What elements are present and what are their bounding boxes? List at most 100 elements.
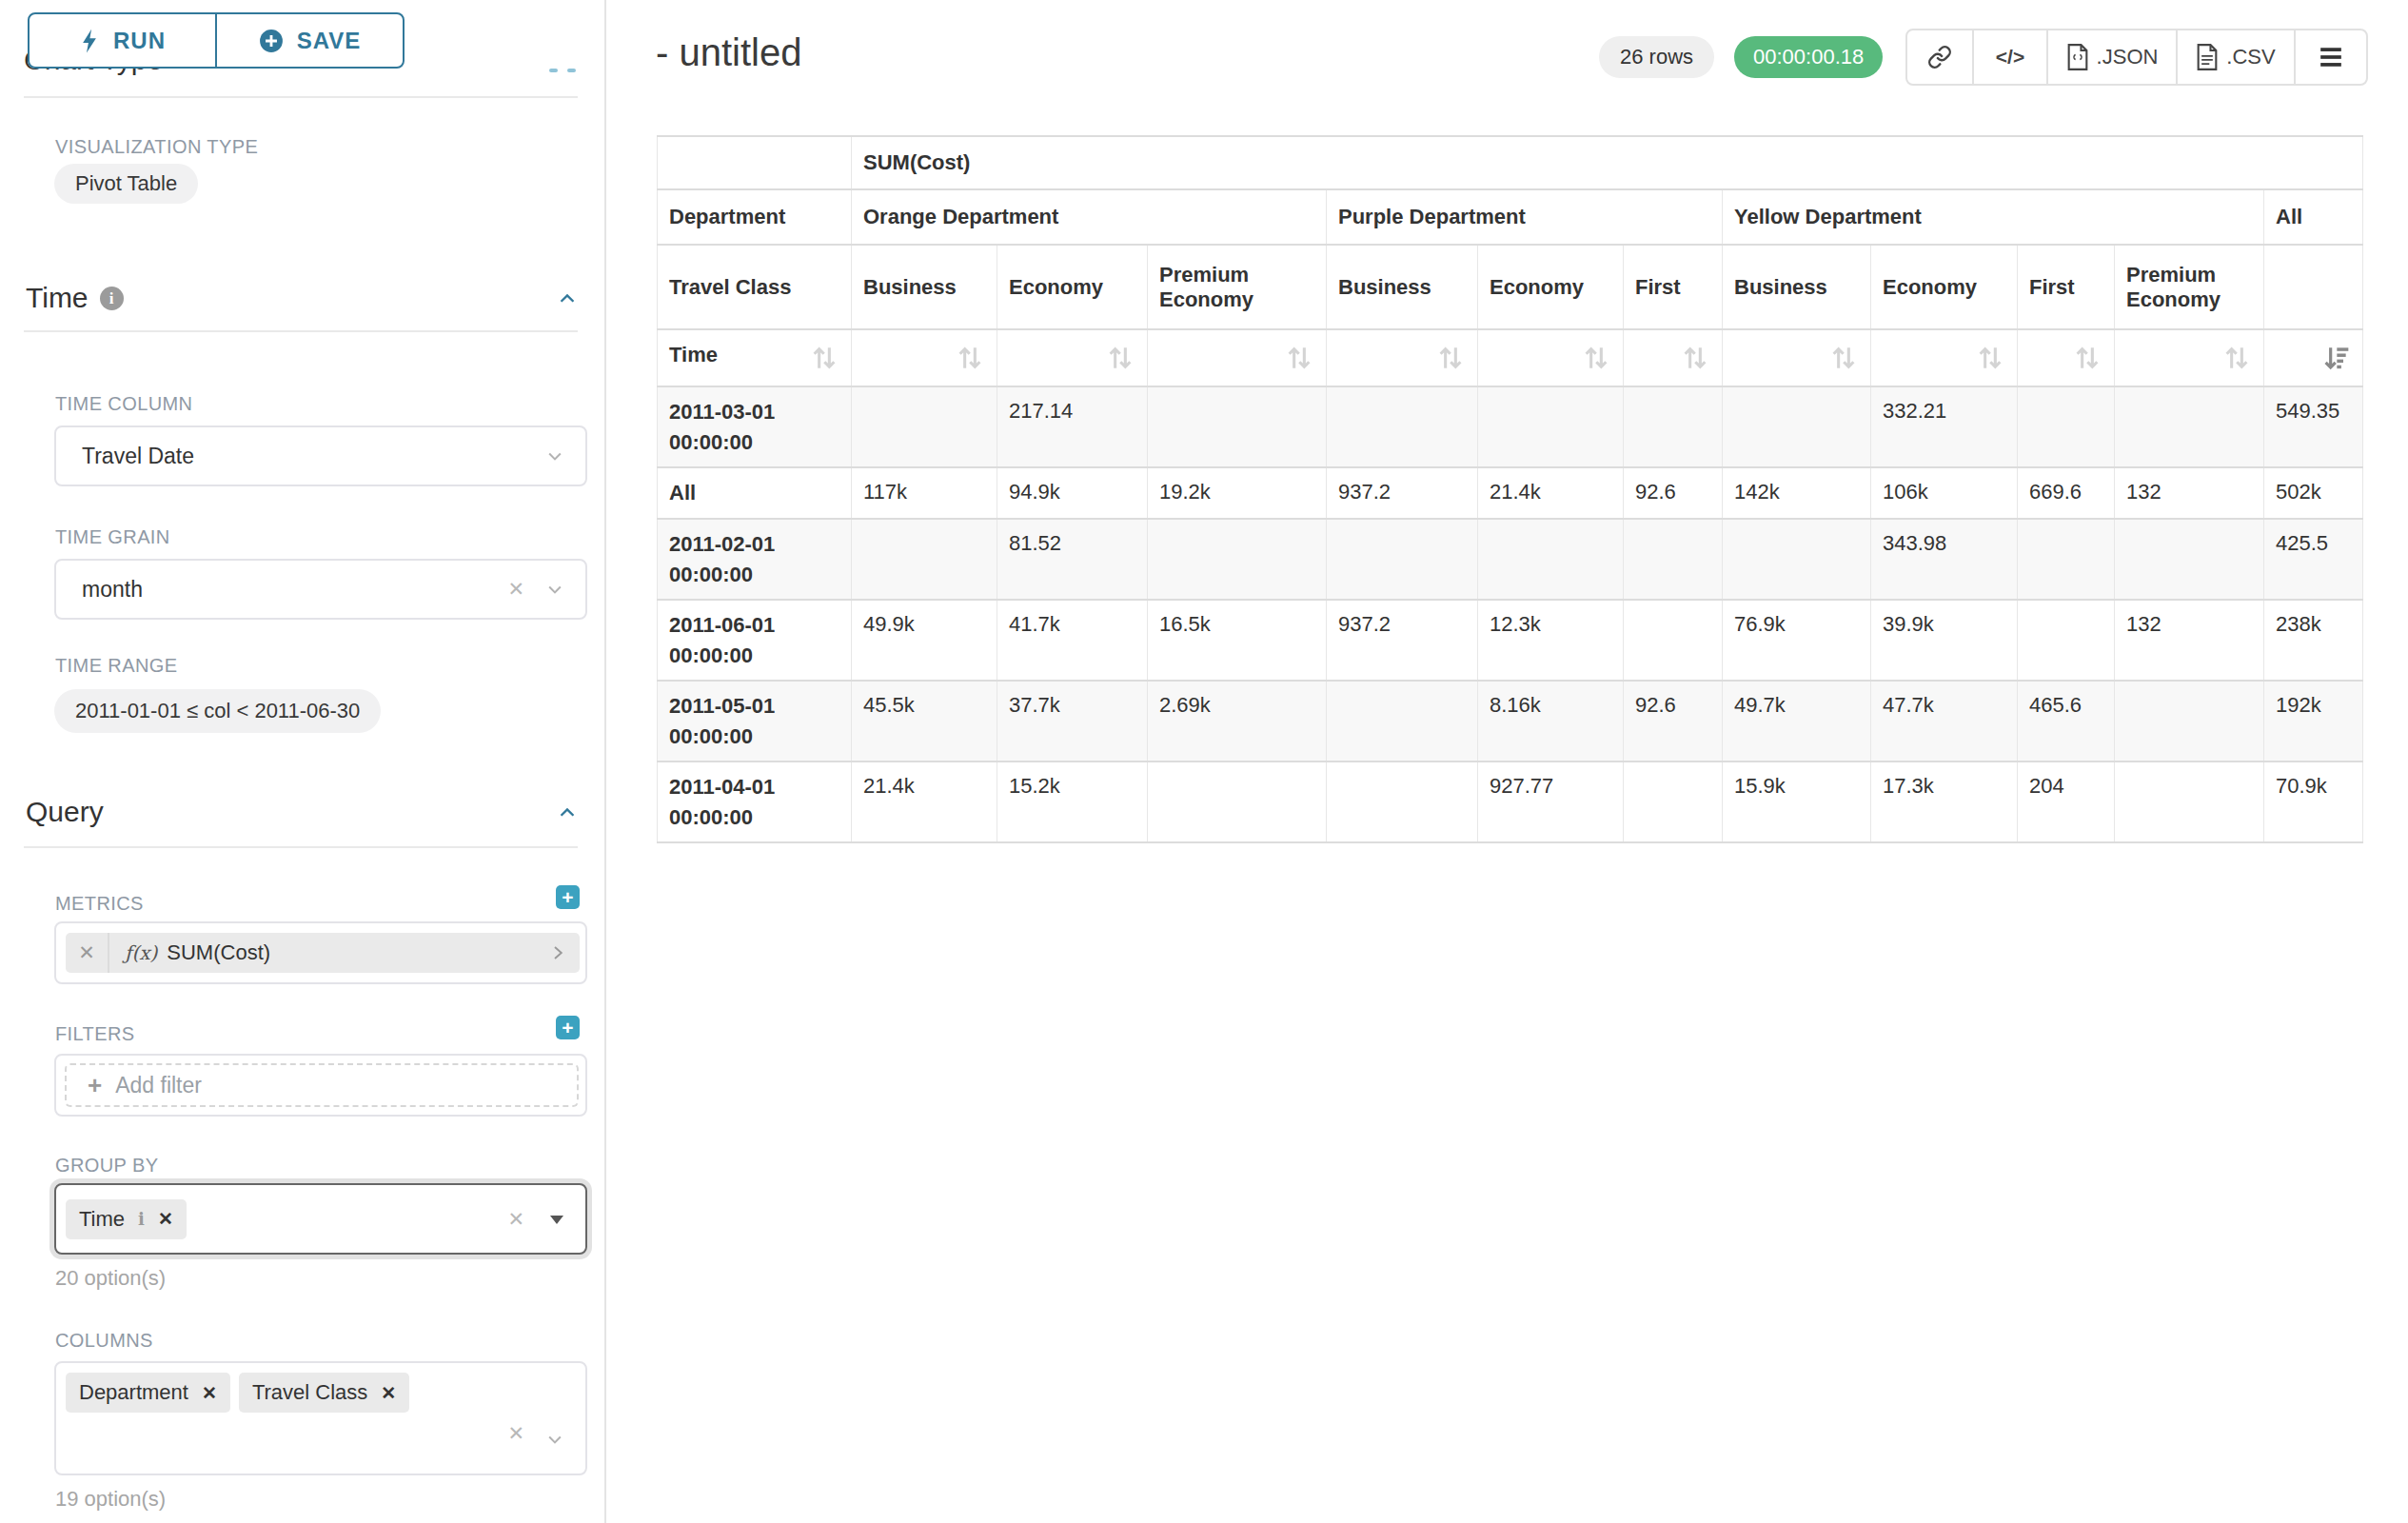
time-column-label: TIME COLUMN: [55, 393, 192, 415]
clear-icon[interactable]: ✕: [507, 1208, 524, 1231]
query-timer-badge: 00:00:00.18: [1734, 36, 1883, 78]
sort-icon[interactable]: [955, 343, 985, 373]
time-range-label: TIME RANGE: [55, 655, 177, 677]
column-sort-header[interactable]: [1723, 329, 1871, 386]
row-label-cell: 2011-05-01 00:00:00: [658, 681, 852, 762]
value-cell: [2018, 386, 2115, 467]
value-cell: 49.9k: [852, 600, 997, 681]
clear-icon[interactable]: ✕: [507, 578, 524, 601]
value-cell: 41.7k: [997, 600, 1148, 681]
time-section-header[interactable]: Time i: [26, 282, 124, 314]
row-label-cell: 2011-04-01 00:00:00: [658, 762, 852, 842]
column-sort-header[interactable]: [2264, 329, 2363, 386]
columns-token[interactable]: Department ✕: [66, 1373, 230, 1413]
remove-token-icon[interactable]: ✕: [381, 1382, 396, 1404]
time-column-select[interactable]: Travel Date: [54, 425, 587, 486]
column-sort-header[interactable]: [997, 329, 1148, 386]
groupby-control[interactable]: Time i ✕ ✕: [54, 1183, 587, 1255]
metric-token[interactable]: ✕ ƒ(x) SUM(Cost): [66, 933, 580, 973]
sort-desc-icon[interactable]: [2320, 343, 2351, 373]
value-cell: 343.98: [1871, 519, 2018, 600]
value-cell: 21.4k: [1478, 467, 1624, 519]
travel-class-header: Business: [1723, 245, 1871, 329]
sort-icon[interactable]: [1975, 343, 2005, 373]
value-cell: 669.6: [2018, 467, 2115, 519]
column-sort-header[interactable]: [1871, 329, 2018, 386]
column-sort-header[interactable]: [1148, 329, 1327, 386]
column-sort-header[interactable]: [1327, 329, 1478, 386]
value-cell: [1624, 386, 1723, 467]
time-grain-select[interactable]: month ✕: [54, 559, 587, 620]
add-filter-field[interactable]: + Add filter: [65, 1063, 579, 1107]
menu-button[interactable]: [2296, 30, 2366, 84]
sort-icon[interactable]: [1680, 343, 1710, 373]
sort-icon[interactable]: [1435, 343, 1466, 373]
column-sort-header[interactable]: [852, 329, 997, 386]
value-cell: 2.69k: [1148, 681, 1327, 762]
sort-icon[interactable]: [2072, 343, 2102, 373]
add-filter-button[interactable]: +: [556, 1016, 580, 1039]
value-cell: 15.2k: [997, 762, 1148, 842]
value-cell: [1148, 386, 1327, 467]
value-cell: 37.7k: [997, 681, 1148, 762]
value-cell: [1327, 386, 1478, 467]
columns-control[interactable]: Department ✕ Travel Class ✕ ✕: [54, 1361, 587, 1475]
value-cell: [1327, 519, 1478, 600]
chevron-down-icon: [545, 580, 564, 599]
column-sort-header[interactable]: [1478, 329, 1624, 386]
visualization-type-pill[interactable]: Pivot Table: [54, 164, 198, 204]
remove-token-icon[interactable]: ✕: [202, 1382, 217, 1404]
section-divider: [24, 96, 578, 98]
remove-token-icon[interactable]: ✕: [158, 1208, 173, 1230]
export-csv-button[interactable]: .CSV: [2178, 30, 2296, 84]
columns-token[interactable]: Travel Class ✕: [239, 1373, 409, 1413]
row-label-cell: 2011-06-01 00:00:00: [658, 600, 852, 681]
column-sort-header[interactable]: [2115, 329, 2264, 386]
column-sort-header[interactable]: [1624, 329, 1723, 386]
collapse-chevron-icon[interactable]: [557, 802, 578, 823]
time-sort-header[interactable]: Time: [658, 329, 852, 386]
value-cell: 17.3k: [1871, 762, 2018, 842]
department-group-header: All: [2264, 189, 2363, 245]
value-cell: 238k: [2264, 600, 2363, 681]
value-cell: 15.9k: [1723, 762, 1871, 842]
save-button[interactable]: SAVE: [216, 12, 405, 69]
remove-metric-icon[interactable]: ✕: [66, 933, 109, 973]
department-group-header: Purple Department: [1327, 189, 1723, 245]
time-range-pill[interactable]: 2011-01-01 ≤ col < 2011-06-30: [54, 689, 381, 733]
sort-icon[interactable]: [1828, 343, 1859, 373]
column-sort-header[interactable]: [2018, 329, 2115, 386]
view-query-button[interactable]: </>: [1974, 30, 2048, 84]
chevron-right-icon[interactable]: [549, 944, 566, 961]
travel-class-header: First: [2018, 245, 2115, 329]
sort-icon[interactable]: [1105, 343, 1135, 373]
groupby-token[interactable]: Time i ✕: [66, 1199, 187, 1239]
sort-icon[interactable]: [1581, 343, 1611, 373]
query-section-header[interactable]: Query: [26, 796, 104, 828]
value-cell: 549.35: [2264, 386, 2363, 467]
sort-icon[interactable]: [809, 343, 839, 373]
info-icon: i: [138, 1209, 145, 1229]
share-link-button[interactable]: [1907, 30, 1974, 84]
travel-class-header: Economy: [1871, 245, 2018, 329]
metrics-control[interactable]: ✕ ƒ(x) SUM(Cost): [54, 921, 587, 984]
value-cell: 132: [2115, 467, 2264, 519]
chevron-down-icon: [545, 446, 564, 465]
export-json-button[interactable]: .JSON: [2048, 30, 2178, 84]
chart-title[interactable]: - untitled: [656, 31, 801, 74]
department-group-header: Yellow Department: [1723, 189, 2264, 245]
filters-control: + Add filter: [54, 1054, 587, 1117]
caret-down-icon[interactable]: [549, 1214, 564, 1225]
add-metric-button[interactable]: +: [556, 885, 580, 909]
export-button-group: </> .JSON .CSV: [1905, 29, 2368, 86]
run-button[interactable]: RUN: [28, 12, 216, 69]
sort-icon[interactable]: [1284, 343, 1314, 373]
travel-class-header: Economy: [997, 245, 1148, 329]
collapse-chevron-icon[interactable]: [557, 288, 578, 309]
clear-icon[interactable]: ✕: [507, 1422, 524, 1445]
travel-class-header: [2264, 245, 2363, 329]
run-save-button-group: RUN SAVE: [28, 12, 405, 69]
sort-icon[interactable]: [2221, 343, 2252, 373]
value-cell: [2018, 519, 2115, 600]
groupby-label: GROUP BY: [55, 1155, 158, 1177]
